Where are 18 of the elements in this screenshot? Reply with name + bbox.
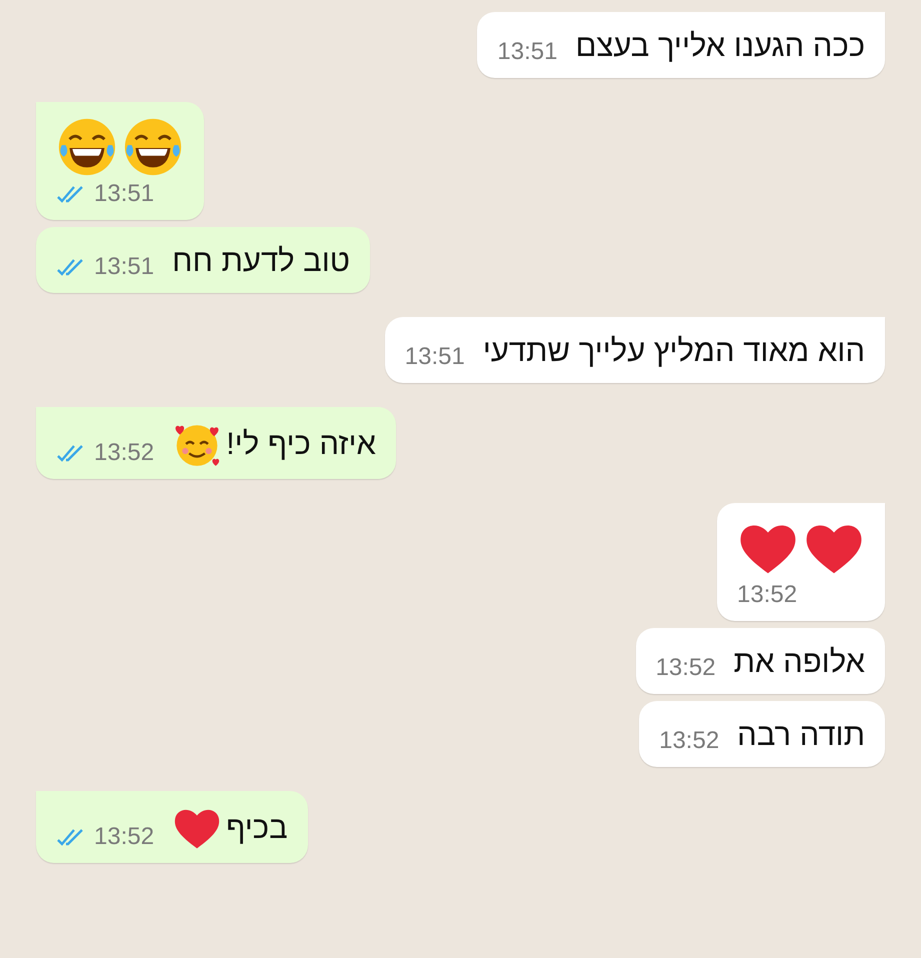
message-text: תודה רבה <box>737 716 865 754</box>
message-time: 13:52 <box>94 439 154 467</box>
message-text: הוא מאוד המליץ עלייך שתדעי <box>482 332 865 370</box>
message-time: 13:51 <box>404 343 465 371</box>
message-text: טוב לדעת חח <box>172 242 350 280</box>
message-text: אלופה את <box>734 643 865 681</box>
message-text: בכיף <box>226 809 288 847</box>
message-time: 13:52 <box>659 727 720 755</box>
message-time: 13:51 <box>94 253 154 281</box>
message-time: 13:51 <box>497 38 558 66</box>
laughing-face-icon <box>56 116 118 178</box>
message-time: 13:52 <box>94 823 154 851</box>
message-time: 13:52 <box>737 581 798 609</box>
message-time: 13:51 <box>94 180 154 208</box>
laughing-face-icon <box>122 116 184 178</box>
message-text: ככה הגענו אלייך בעצם <box>575 27 865 65</box>
message-time: 13:52 <box>656 654 716 682</box>
message-text: איזה כיף לי! <box>226 425 376 463</box>
